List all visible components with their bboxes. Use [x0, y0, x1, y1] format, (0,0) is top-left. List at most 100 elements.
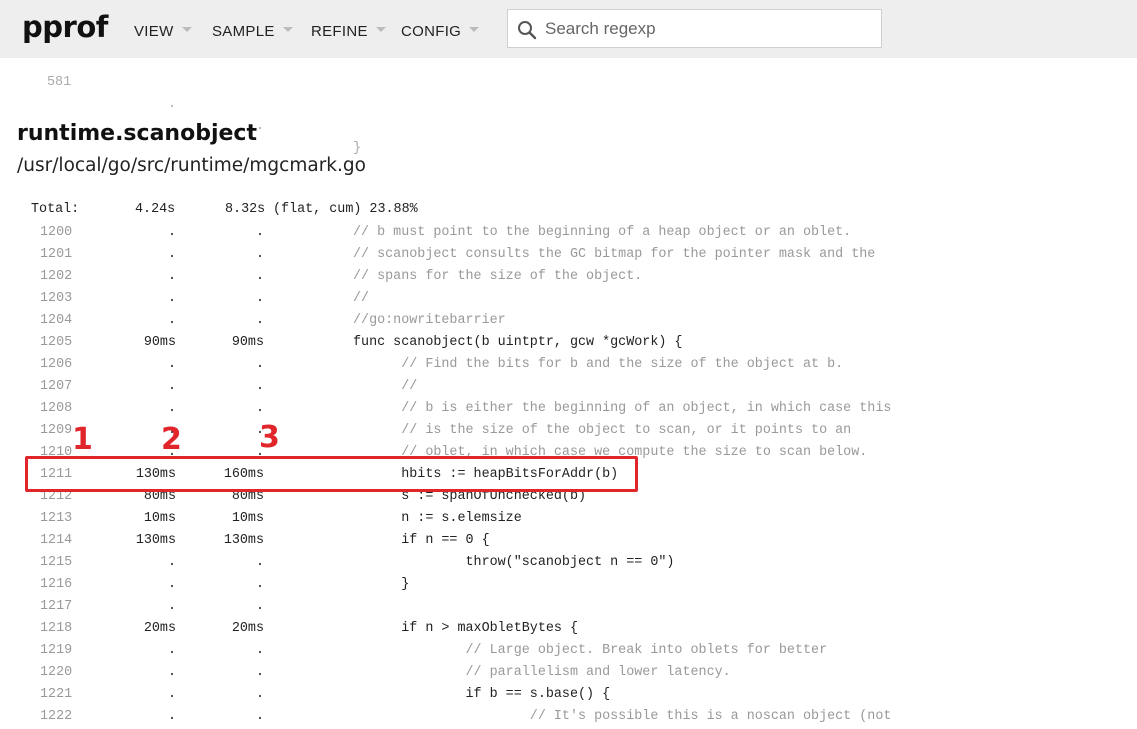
source-code: // scanobject consults the GC bitmap for… [353, 247, 876, 262]
source-code: // is the size of the object to scan, or… [353, 423, 852, 438]
cum-value: 90ms [231, 335, 264, 350]
annotation-label: 3 [259, 420, 280, 455]
flat-value: . [167, 225, 176, 240]
source-code: func scanobject(b uintptr, gcw *gcWork) … [353, 335, 683, 350]
flat-value: . [167, 379, 176, 394]
total-suffix: (flat, cum) 23.88% [273, 202, 418, 217]
chevron-down-icon [375, 26, 386, 32]
pprof-logo[interactable]: pprof [22, 10, 108, 44]
flat-value: . [167, 291, 176, 306]
line-number: 1207 [40, 379, 73, 394]
source-code: // Large object. Break into oblets for b… [353, 643, 828, 658]
flat-value: . [167, 97, 176, 112]
source-code: if b == s.base() { [353, 687, 611, 702]
source-code: throw("scanobject n == 0") [353, 555, 675, 570]
flat-value: 10ms [143, 511, 176, 526]
line-number: 1215 [40, 555, 73, 570]
top-toolbar: pprof VIEW SAMPLE REFINE CONFIG [0, 0, 1137, 58]
menu-config-label: CONFIG [401, 22, 462, 40]
cum-value: 10ms [231, 511, 264, 526]
chevron-down-icon [469, 26, 480, 32]
flat-value: 130ms [135, 533, 176, 548]
total-cum: 8.32s [225, 202, 266, 217]
menu-config[interactable]: CONFIG [401, 20, 480, 42]
cum-value: . [255, 225, 264, 240]
menu-refine-label: REFINE [311, 22, 368, 40]
line-number: 1220 [40, 665, 73, 680]
cum-value: . [255, 379, 264, 394]
flat-value: . [167, 313, 176, 328]
source-code: } [353, 577, 410, 592]
line-number: 1213 [40, 511, 73, 526]
chevron-down-icon [181, 26, 192, 32]
line-number: 1218 [40, 621, 73, 636]
source-code: if n == 0 { [353, 533, 490, 548]
menu-sample-label: SAMPLE [212, 22, 275, 40]
flat-value: 20ms [143, 621, 176, 636]
cum-value: . [255, 247, 264, 262]
line-number: 1206 [40, 357, 73, 372]
line-number: 1219 [40, 643, 73, 658]
line-number: 1222 [40, 709, 73, 724]
line-number: 1209 [40, 423, 73, 438]
cum-value: . [255, 357, 264, 372]
flat-value: . [167, 687, 176, 702]
menu-refine[interactable]: REFINE [311, 20, 386, 42]
cum-value: . [255, 665, 264, 680]
annotation-label: 1 [72, 422, 93, 457]
line-number: 1217 [40, 599, 73, 614]
source-file-path: /usr/local/go/src/runtime/mgcmark.go [17, 155, 366, 176]
cum-value: 20ms [231, 621, 264, 636]
cum-value: . [255, 709, 264, 724]
line-number: 1203 [40, 291, 73, 306]
source-code: // [353, 291, 370, 306]
cum-value: . [255, 291, 264, 306]
total-label: Total: [31, 202, 80, 217]
cum-value: . [255, 555, 264, 570]
source-code: // spans for the size of the object. [353, 269, 643, 284]
line-number: 1201 [40, 247, 73, 262]
cum-value: . [255, 687, 264, 702]
flat-value: . [167, 599, 176, 614]
flat-value: . [167, 665, 176, 680]
flat-value: . [167, 401, 176, 416]
flat-value: . [167, 269, 176, 284]
menu-view-label: VIEW [134, 22, 174, 40]
line-number: 581 [47, 75, 72, 90]
function-name: runtime.scanobject [17, 121, 257, 146]
line-number: 1208 [40, 401, 73, 416]
flat-value: . [167, 709, 176, 724]
cum-value: . [255, 577, 264, 592]
source-code: n := s.elemsize [353, 511, 522, 526]
line-number: 1221 [40, 687, 73, 702]
cum-value: . [255, 313, 264, 328]
menu-sample[interactable]: SAMPLE [212, 20, 293, 42]
highlight-box [25, 456, 638, 492]
cum-value: . [255, 401, 264, 416]
flat-value: . [167, 357, 176, 372]
menu-view[interactable]: VIEW [134, 20, 192, 42]
search-box [507, 9, 882, 48]
line-number: 1216 [40, 577, 73, 592]
line-number: 1200 [40, 225, 73, 240]
annotation-label: 2 [161, 422, 182, 457]
search-input[interactable] [543, 13, 877, 45]
source-code: // It's possible this is a noscan object… [353, 709, 892, 724]
flat-value: . [167, 555, 176, 570]
line-number: 1214 [40, 533, 73, 548]
total-summary: Total: 4.24s 8.32s (flat, cum) 23.88% [31, 199, 418, 221]
cum-value: 130ms [223, 533, 264, 548]
line-number: 1205 [40, 335, 73, 350]
line-number: 1202 [40, 269, 73, 284]
total-flat: 4.24s [135, 202, 176, 217]
flat-value: . [167, 577, 176, 592]
cum-value: . [255, 269, 264, 284]
cum-value: . [255, 423, 264, 438]
source-code: // Find the bits for b and the size of t… [353, 357, 844, 372]
source-code: // [353, 379, 418, 394]
source-code: // b is either the beginning of an objec… [353, 401, 892, 416]
source-code: //go:nowritebarrier [353, 313, 506, 328]
line-number: 1204 [40, 313, 73, 328]
cum-value: . [255, 599, 264, 614]
source-code: if n > maxObletBytes { [353, 621, 578, 636]
